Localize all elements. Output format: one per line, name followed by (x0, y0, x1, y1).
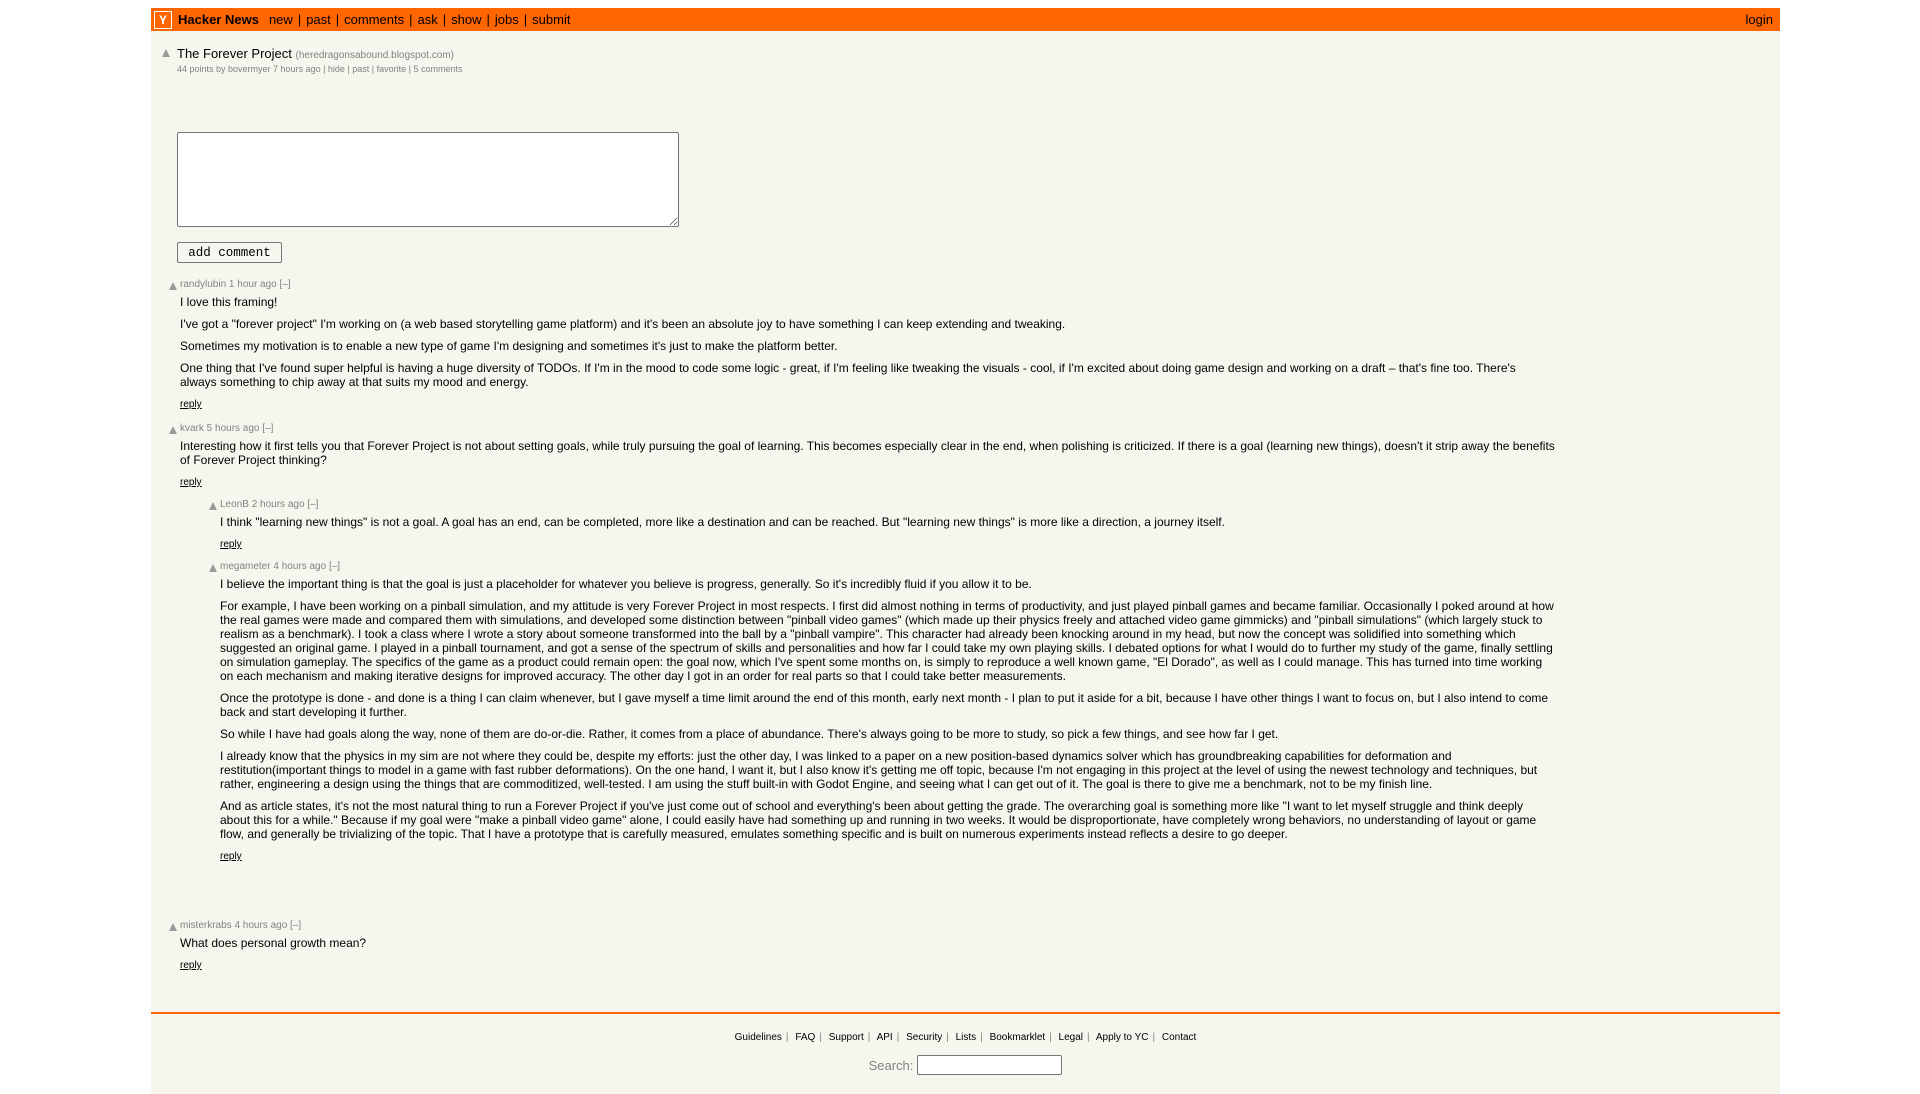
nav-comments[interactable]: comments (344, 12, 404, 27)
y-logo-icon[interactable]: Y (154, 10, 172, 29)
reply-link[interactable]: reply (220, 851, 1555, 862)
nav-past[interactable]: past (306, 12, 331, 27)
footer-link-bookmarklet[interactable]: Bookmarklet (990, 1032, 1046, 1043)
comment-header[interactable]: misterkrabs 4 hours ago [–] (180, 920, 1555, 931)
upvote-arrow-icon[interactable] (209, 564, 217, 572)
comment-paragraph: Sometimes my motivation is to enable a n… (180, 339, 838, 353)
footer-divider (151, 1012, 1780, 1014)
upvote-arrow-icon[interactable] (209, 502, 217, 510)
comment-paragraph: I've got a "forever project" I'm working… (180, 317, 1066, 331)
reply-link[interactable]: reply (180, 477, 1555, 488)
reply-link[interactable]: reply (180, 399, 1555, 410)
footer-link-faq[interactable]: FAQ (795, 1032, 815, 1043)
footer-links: Guidelines | FAQ | Support | API | Security |… (734, 1032, 1197, 1043)
upvote-arrow-icon[interactable] (169, 426, 177, 434)
add-comment-button[interactable]: add comment (177, 242, 282, 263)
comment-text: I love this framing! I've got a "forever… (180, 295, 1555, 389)
comment-paragraph: Interesting how it first tells you that … (180, 439, 1555, 467)
comment-item: misterkrabs 4 hours ago [–] What does pe… (169, 920, 1555, 971)
comment-header[interactable]: LeonB 2 hours ago [–] (220, 499, 1555, 510)
comment-header[interactable]: randylubin 1 hour ago [–] (180, 279, 1555, 290)
comment-item: randylubin 1 hour ago [–] I love this fr… (169, 279, 1555, 410)
nav-new[interactable]: new (269, 12, 293, 27)
page-container: Y Hacker News new | past | comments | ask | … (151, 8, 1780, 1094)
comment-paragraph: So while I have had goals along the way,… (220, 727, 1279, 741)
comment-text: Interesting how it first tells you that … (180, 439, 1555, 467)
nav-ask[interactable]: ask (418, 12, 438, 27)
footer-link-legal[interactable]: Legal (1059, 1032, 1083, 1043)
comment-paragraph: Once the prototype is done - and done is… (220, 691, 1549, 719)
site-name-link[interactable]: Hacker News (178, 12, 259, 27)
search-label: Search: (868, 1057, 914, 1073)
main-nav: new | past | comments | ask | show | jobs | su… (268, 12, 571, 27)
nav-jobs[interactable]: jobs (495, 12, 519, 27)
comment-item: kvark 5 hours ago [–] Interesting how it… (169, 423, 1555, 488)
footer-link-contact[interactable]: Contact (1162, 1032, 1196, 1043)
footer-link-api[interactable]: API (877, 1032, 893, 1043)
footer-link-guidelines[interactable]: Guidelines (735, 1032, 782, 1043)
search-input[interactable] (917, 1055, 1063, 1075)
story-title-link[interactable]: The Forever Project (177, 46, 292, 61)
comment-text: I believe the important thing is that th… (220, 577, 1555, 841)
footer-link-support[interactable]: Support (829, 1032, 864, 1043)
comment-text: What does personal growth mean? (180, 936, 1555, 950)
comment-paragraph: And as article states, it's not the most… (220, 799, 1537, 841)
comment-header[interactable]: kvark 5 hours ago [–] (180, 423, 1555, 434)
comment-header[interactable]: megameter 4 hours ago [–] (220, 561, 1555, 572)
story-title-row: The Forever Project (heredragonsabound.b… (177, 46, 454, 61)
footer-link-lists[interactable]: Lists (956, 1032, 977, 1043)
comment-paragraph: I already know that the physics in my si… (220, 749, 1538, 791)
upvote-arrow-icon[interactable] (169, 282, 177, 290)
footer-link-apply[interactable]: Apply to YC (1096, 1032, 1149, 1043)
comment-item: LeonB 2 hours ago [–] I think "learning … (209, 499, 1555, 550)
story-site-link[interactable]: (heredragonsabound.blogspot.com) (296, 50, 454, 61)
nav-submit[interactable]: submit (532, 12, 570, 27)
comment-textarea[interactable] (177, 132, 679, 227)
comment-paragraph: I think "learning new things" is not a g… (220, 515, 1225, 529)
reply-link[interactable]: reply (220, 539, 1555, 550)
footer-link-security[interactable]: Security (906, 1032, 942, 1043)
comment-paragraph: What does personal growth mean? (180, 936, 367, 950)
comment-paragraph: One thing that I've found super helpful … (180, 361, 1516, 389)
story-subtext: 44 points by bovermyer 7 hours ago | hid… (177, 64, 463, 74)
upvote-arrow-icon[interactable] (169, 923, 177, 931)
top-bar: Y Hacker News new | past | comments | ask | … (151, 8, 1780, 31)
comment-item: megameter 4 hours ago [–] I believe the … (209, 561, 1555, 862)
login-link[interactable]: login (1746, 12, 1773, 27)
comment-paragraph: I believe the important thing is that th… (220, 577, 1032, 591)
upvote-arrow-icon[interactable] (162, 49, 170, 57)
search-row: Search: (151, 1055, 1780, 1075)
comment-paragraph: For example, I have been working on a pi… (220, 599, 1554, 683)
nav-show[interactable]: show (451, 12, 481, 27)
comment-paragraph: I love this framing! (180, 295, 278, 309)
reply-link[interactable]: reply (180, 960, 1555, 971)
comment-text: I think "learning new things" is not a g… (220, 515, 1555, 529)
